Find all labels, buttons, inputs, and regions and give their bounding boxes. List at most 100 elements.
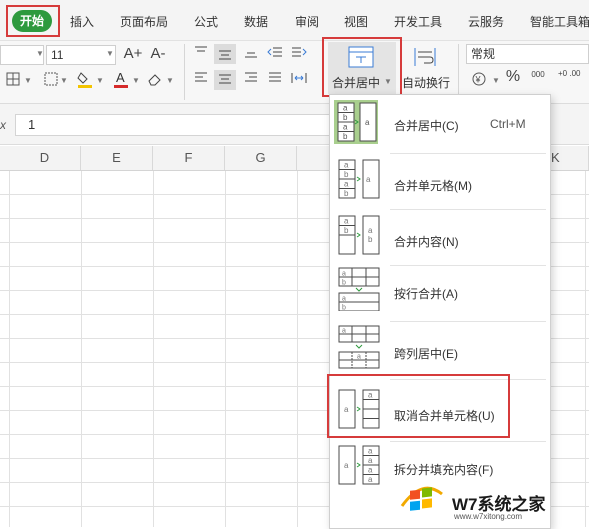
svg-text:a: a bbox=[342, 328, 346, 335]
svg-text:a: a bbox=[366, 175, 371, 184]
svg-text:b: b bbox=[343, 113, 348, 122]
indent-increase-icon[interactable] bbox=[290, 46, 308, 60]
svg-text:a: a bbox=[342, 296, 346, 303]
tab-data[interactable]: 数据 bbox=[244, 13, 268, 30]
center-across-thumb-icon: a a bbox=[338, 325, 380, 369]
svg-text:a: a bbox=[368, 226, 373, 235]
menu-item-label: 跨列居中(E) bbox=[394, 347, 458, 361]
tab-insert[interactable]: 插入 bbox=[70, 13, 94, 30]
clear-format-icon[interactable] bbox=[146, 72, 164, 86]
formula-input[interactable]: 1 bbox=[15, 114, 345, 136]
menu-item-merge-by-row[interactable]: a b a b 按行合并(A) bbox=[330, 267, 550, 317]
merge-center-thumb-icon: a b a b a bbox=[334, 100, 378, 144]
merge-dropdown-menu: a b a b a 合并居中(C) Ctrl+M a b a b a 合并单元格… bbox=[329, 94, 551, 529]
svg-text:a: a bbox=[342, 271, 346, 278]
align-left-icon[interactable] bbox=[192, 72, 210, 86]
decimal-icon[interactable]: +0 .00 bbox=[558, 70, 588, 84]
justify-icon[interactable] bbox=[266, 72, 284, 86]
thousands-icon[interactable]: 000 bbox=[528, 70, 548, 84]
ribbon-separator bbox=[184, 44, 185, 100]
distribute-icon[interactable] bbox=[290, 72, 308, 86]
column-header-f[interactable]: F bbox=[153, 146, 225, 170]
menu-item-label: 合并单元格(M) bbox=[394, 179, 472, 193]
chevron-down-icon: ▼ bbox=[492, 76, 500, 85]
border-icon[interactable] bbox=[4, 72, 22, 86]
chevron-down-icon: ▼ bbox=[96, 76, 104, 85]
align-center-icon[interactable] bbox=[214, 70, 236, 90]
fill-color-icon[interactable] bbox=[76, 70, 94, 88]
tab-developer[interactable]: 开发工具 bbox=[394, 13, 442, 30]
column-header-d[interactable]: D bbox=[9, 146, 81, 170]
svg-text:b: b bbox=[342, 280, 346, 287]
watermark: W7系统之家 www.w7xitong.com bbox=[394, 470, 589, 527]
tab-review[interactable]: 审阅 bbox=[295, 13, 319, 30]
menu-separator bbox=[390, 209, 546, 210]
svg-text:a: a bbox=[344, 180, 349, 189]
svg-text:b: b bbox=[344, 170, 349, 179]
wrap-text-label: 自动换行 bbox=[402, 76, 451, 90]
column-header-e[interactable]: E bbox=[81, 146, 153, 170]
menu-item-label: 合并居中(C) bbox=[394, 119, 459, 133]
column-header-g[interactable]: G bbox=[225, 146, 297, 170]
merge-by-row-thumb-icon: a b a b bbox=[338, 267, 380, 311]
chevron-down-icon: ▼ bbox=[36, 49, 44, 58]
split-fill-thumb-icon: a a a a a bbox=[338, 445, 380, 485]
currency-icon[interactable]: ¥ bbox=[470, 72, 492, 86]
menu-item-label: 合并内容(N) bbox=[394, 235, 459, 249]
chevron-down-icon: ▼ bbox=[166, 76, 174, 85]
svg-text:a: a bbox=[343, 123, 348, 132]
align-bottom-icon[interactable] bbox=[242, 46, 260, 60]
align-top-icon[interactable] bbox=[192, 46, 210, 60]
merge-content-thumb-icon: a b a b bbox=[338, 215, 380, 255]
menu-item-center-across[interactable]: a a 跨列居中(E) bbox=[330, 325, 550, 375]
align-middle-icon[interactable] bbox=[214, 44, 236, 64]
menu-item-label: 按行合并(A) bbox=[394, 287, 458, 301]
unmerge-highlight-box bbox=[327, 374, 510, 438]
start-highlight-box bbox=[6, 5, 60, 37]
menu-item-merge-cells[interactable]: a b a b a 合并单元格(M) bbox=[330, 155, 550, 205]
tab-smart-tools[interactable]: 智能工具箱 bbox=[530, 13, 589, 30]
svg-text:a: a bbox=[357, 354, 361, 361]
svg-text:b: b bbox=[344, 226, 349, 235]
number-format-combo[interactable]: 常规 bbox=[466, 44, 589, 64]
font-shrink-icon[interactable]: A- bbox=[147, 46, 169, 61]
svg-text:a: a bbox=[344, 217, 349, 226]
windows-logo-icon bbox=[400, 486, 443, 511]
wrap-text-button[interactable]: 自动换行 bbox=[402, 44, 452, 94]
tab-page-layout[interactable]: 页面布局 bbox=[120, 13, 168, 30]
svg-text:b: b bbox=[343, 132, 348, 141]
svg-text:a: a bbox=[368, 475, 373, 484]
indent-decrease-icon[interactable] bbox=[266, 46, 284, 60]
font-grow-icon[interactable]: A+ bbox=[122, 46, 144, 61]
chevron-down-icon: ▼ bbox=[24, 76, 32, 85]
column-header-k[interactable]: K bbox=[549, 146, 589, 170]
menu-item-merge-center[interactable]: a b a b a 合并居中(C) Ctrl+M bbox=[330, 97, 550, 147]
font-color-icon[interactable]: A bbox=[112, 70, 130, 88]
chevron-down-icon: ▼ bbox=[60, 76, 68, 85]
chevron-down-icon: ▼ bbox=[132, 76, 140, 85]
svg-text:A: A bbox=[116, 70, 125, 85]
merge-cells-thumb-icon: a b a b a bbox=[338, 159, 380, 199]
chevron-down-icon: ▼ bbox=[106, 49, 114, 58]
svg-text:a: a bbox=[365, 118, 370, 127]
tab-formula[interactable]: 公式 bbox=[194, 13, 218, 30]
svg-text:a: a bbox=[368, 466, 373, 475]
wrap-text-icon bbox=[414, 48, 436, 66]
menu-separator bbox=[390, 321, 546, 322]
tab-cloud[interactable]: 云服务 bbox=[468, 13, 504, 30]
cell-style-icon[interactable] bbox=[42, 72, 60, 86]
tab-view[interactable]: 视图 bbox=[344, 13, 368, 30]
menu-item-shortcut: Ctrl+M bbox=[490, 117, 526, 131]
menu-separator bbox=[390, 441, 546, 442]
percent-icon[interactable]: % bbox=[504, 69, 522, 85]
menu-item-merge-content[interactable]: a b a b 合并内容(N) bbox=[330, 211, 550, 261]
watermark-url: www.w7xitong.com bbox=[454, 512, 523, 521]
svg-text:a: a bbox=[344, 461, 349, 470]
menu-separator bbox=[390, 153, 546, 154]
menu-separator bbox=[390, 265, 546, 266]
ribbon-separator bbox=[458, 44, 459, 100]
align-right-icon[interactable] bbox=[242, 72, 260, 86]
svg-text:b: b bbox=[368, 235, 373, 244]
function-icon[interactable]: x bbox=[0, 118, 6, 132]
svg-text:a: a bbox=[368, 456, 373, 465]
